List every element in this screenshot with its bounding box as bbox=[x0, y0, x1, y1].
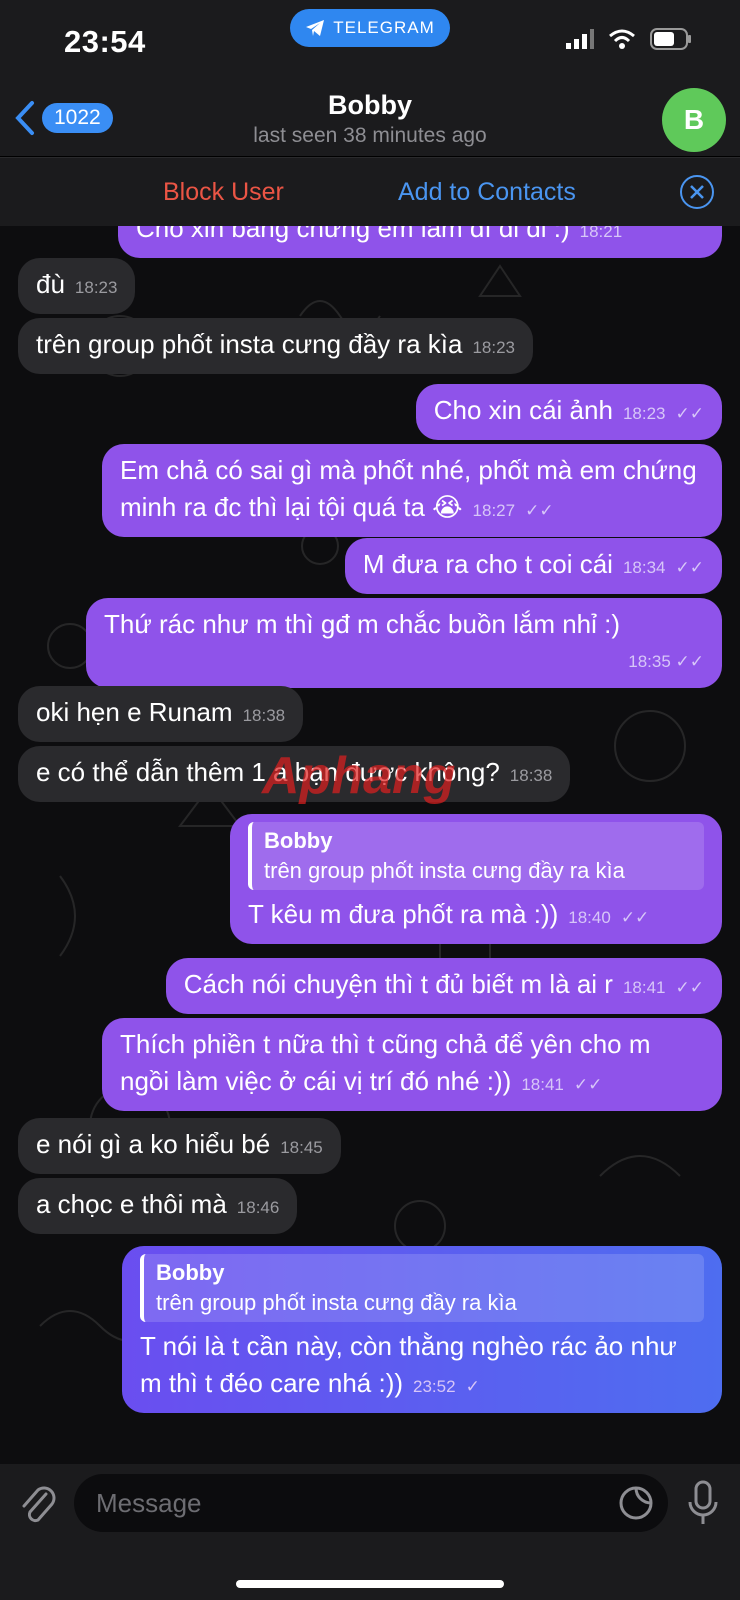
message-text: đù bbox=[36, 269, 65, 299]
message-time: 18:23 bbox=[74, 278, 118, 297]
message-text: Em chả có sai gì mà phốt nhé, phốt mà em… bbox=[120, 455, 697, 522]
read-checks-icon: ✓✓ bbox=[525, 501, 554, 520]
telegram-pill[interactable]: TELEGRAM bbox=[290, 9, 450, 47]
clock: 23:54 bbox=[64, 24, 146, 59]
home-indicator[interactable] bbox=[236, 1580, 504, 1588]
outgoing-message[interactable]: M đưa ra cho t coi cái 18:34 ✓✓ bbox=[344, 538, 722, 594]
message-time: 18:21 bbox=[579, 226, 623, 241]
message-text: Cho xin cái ảnh bbox=[433, 395, 613, 425]
message-time: 18:35 bbox=[628, 652, 671, 671]
incoming-message[interactable]: oki hẹn e Runam 18:38 bbox=[18, 686, 304, 742]
signal-icon bbox=[566, 29, 594, 49]
message-placeholder: Message bbox=[96, 1488, 202, 1518]
incoming-message[interactable]: a chọc e thôi mà 18:46 bbox=[18, 1178, 298, 1234]
wifi-icon bbox=[609, 29, 635, 49]
outgoing-message[interactable]: Cho xin bằng chứng em làm dì đi đi :) 18:… bbox=[118, 226, 722, 258]
incoming-message[interactable]: e nói gì a ko hiểu bé 18:45 bbox=[18, 1118, 341, 1174]
message-time: 18:41 bbox=[521, 1075, 564, 1094]
incoming-message[interactable]: đù 18:23 bbox=[18, 258, 136, 314]
telegram-icon bbox=[306, 20, 325, 36]
sent-check-icon: ✓ bbox=[465, 1377, 480, 1396]
message-text: oki hẹn e Runam bbox=[36, 697, 233, 727]
incoming-message[interactable]: trên group phốt insta cưng đầy ra kìa 18:… bbox=[18, 318, 533, 374]
outgoing-message[interactable]: Thích phiền t nữa thì t cũng chả để yên … bbox=[102, 1018, 722, 1111]
microphone-icon[interactable] bbox=[686, 1480, 720, 1528]
status-bar: 23:54 TELEGRAM bbox=[0, 0, 740, 84]
message-time: 18:45 bbox=[280, 1138, 323, 1157]
message-text: Cho xin bằng chứng em làm dì đi đi :) bbox=[136, 226, 570, 243]
watermark: Aphang bbox=[262, 747, 456, 805]
outgoing-message[interactable]: Cho xin cái ảnh 18:23 ✓✓ bbox=[415, 384, 722, 440]
pill-label: TELEGRAM bbox=[333, 18, 435, 37]
avatar[interactable]: B bbox=[662, 88, 726, 152]
message-time: 18:40 bbox=[568, 908, 611, 927]
block-user-button[interactable]: Block User bbox=[163, 178, 284, 207]
message-text: e nói gì a ko hiểu bé bbox=[36, 1129, 271, 1159]
reply-quote[interactable]: Bobby trên group phốt insta cưng đầy ra … bbox=[140, 1254, 704, 1322]
read-checks-icon: ✓✓ bbox=[675, 978, 705, 997]
message-time: 18:23 bbox=[472, 338, 515, 357]
contact-action-bar: Block User Add to Contacts bbox=[0, 157, 740, 226]
chat-header: 1022 Bobby last seen 38 minutes ago B bbox=[0, 84, 740, 156]
message-time: 18:41 bbox=[622, 978, 666, 997]
message-time: 18:23 bbox=[622, 404, 666, 423]
read-checks-icon: ✓✓ bbox=[620, 908, 650, 927]
reply-quote[interactable]: Bobby trên group phốt insta cưng đầy ra … bbox=[248, 822, 704, 890]
read-checks-icon: ✓✓ bbox=[675, 404, 705, 423]
read-checks-icon: ✓✓ bbox=[573, 1075, 603, 1094]
status-icons bbox=[566, 28, 692, 50]
battery-icon bbox=[650, 28, 691, 50]
attach-icon[interactable] bbox=[18, 1482, 58, 1526]
outgoing-message[interactable]: Thứ rác như m thì gđ m chắc buồn lắm nhỉ… bbox=[86, 598, 722, 688]
quote-text: trên group phốt insta cưng đầy ra kìa bbox=[156, 1290, 517, 1315]
last-seen-status: last seen 38 minutes ago bbox=[253, 124, 487, 147]
chat-title[interactable]: Bobby bbox=[0, 90, 740, 121]
message-time: 18:38 bbox=[242, 706, 286, 725]
quote-sender: Bobby bbox=[156, 1260, 225, 1285]
message-text: T nói là t cần này, còn thằng nghèo rác … bbox=[140, 1331, 677, 1398]
message-time: 18:34 bbox=[622, 558, 666, 577]
message-list[interactable]: Cho xin bằng chứng em làm dì đi đi :) 18:… bbox=[0, 226, 740, 1464]
outgoing-reply-message[interactable]: Bobby trên group phốt insta cưng đầy ra … bbox=[230, 814, 722, 944]
quote-text: trên group phốt insta cưng đầy ra kìa bbox=[264, 858, 625, 883]
message-text: Cách nói chuyện thì t đủ biết m là ai r bbox=[183, 969, 613, 999]
read-checks-icon: ✓✓ bbox=[675, 558, 705, 577]
outgoing-reply-message[interactable]: Bobby trên group phốt insta cưng đầy ra … bbox=[122, 1246, 722, 1413]
message-text: T kêu m đưa phốt ra mà :)) bbox=[248, 899, 559, 929]
close-icon[interactable] bbox=[680, 175, 714, 209]
outgoing-message[interactable]: Cách nói chuyện thì t đủ biết m là ai r 1… bbox=[165, 958, 722, 1014]
message-time: 23:52 bbox=[413, 1377, 456, 1396]
message-input[interactable]: Message bbox=[74, 1474, 668, 1532]
quote-sender: Bobby bbox=[264, 828, 333, 853]
message-time: 18:46 bbox=[236, 1198, 280, 1217]
message-text: a chọc e thôi mà bbox=[36, 1189, 227, 1219]
message-text: Thích phiền t nữa thì t cũng chả để yên … bbox=[120, 1029, 651, 1096]
add-to-contacts-button[interactable]: Add to Contacts bbox=[398, 178, 576, 207]
message-text: M đưa ra cho t coi cái bbox=[362, 549, 613, 579]
outgoing-message[interactable]: Em chả có sai gì mà phốt nhé, phốt mà em… bbox=[102, 444, 722, 537]
message-text: Thứ rác như m thì gđ m chắc buồn lắm nhỉ… bbox=[104, 609, 621, 639]
message-time: 18:38 bbox=[509, 766, 553, 785]
message-text: trên group phốt insta cưng đầy ra kìa bbox=[36, 329, 463, 359]
sticker-icon[interactable] bbox=[618, 1485, 654, 1521]
message-time: 18:27 bbox=[472, 501, 516, 520]
